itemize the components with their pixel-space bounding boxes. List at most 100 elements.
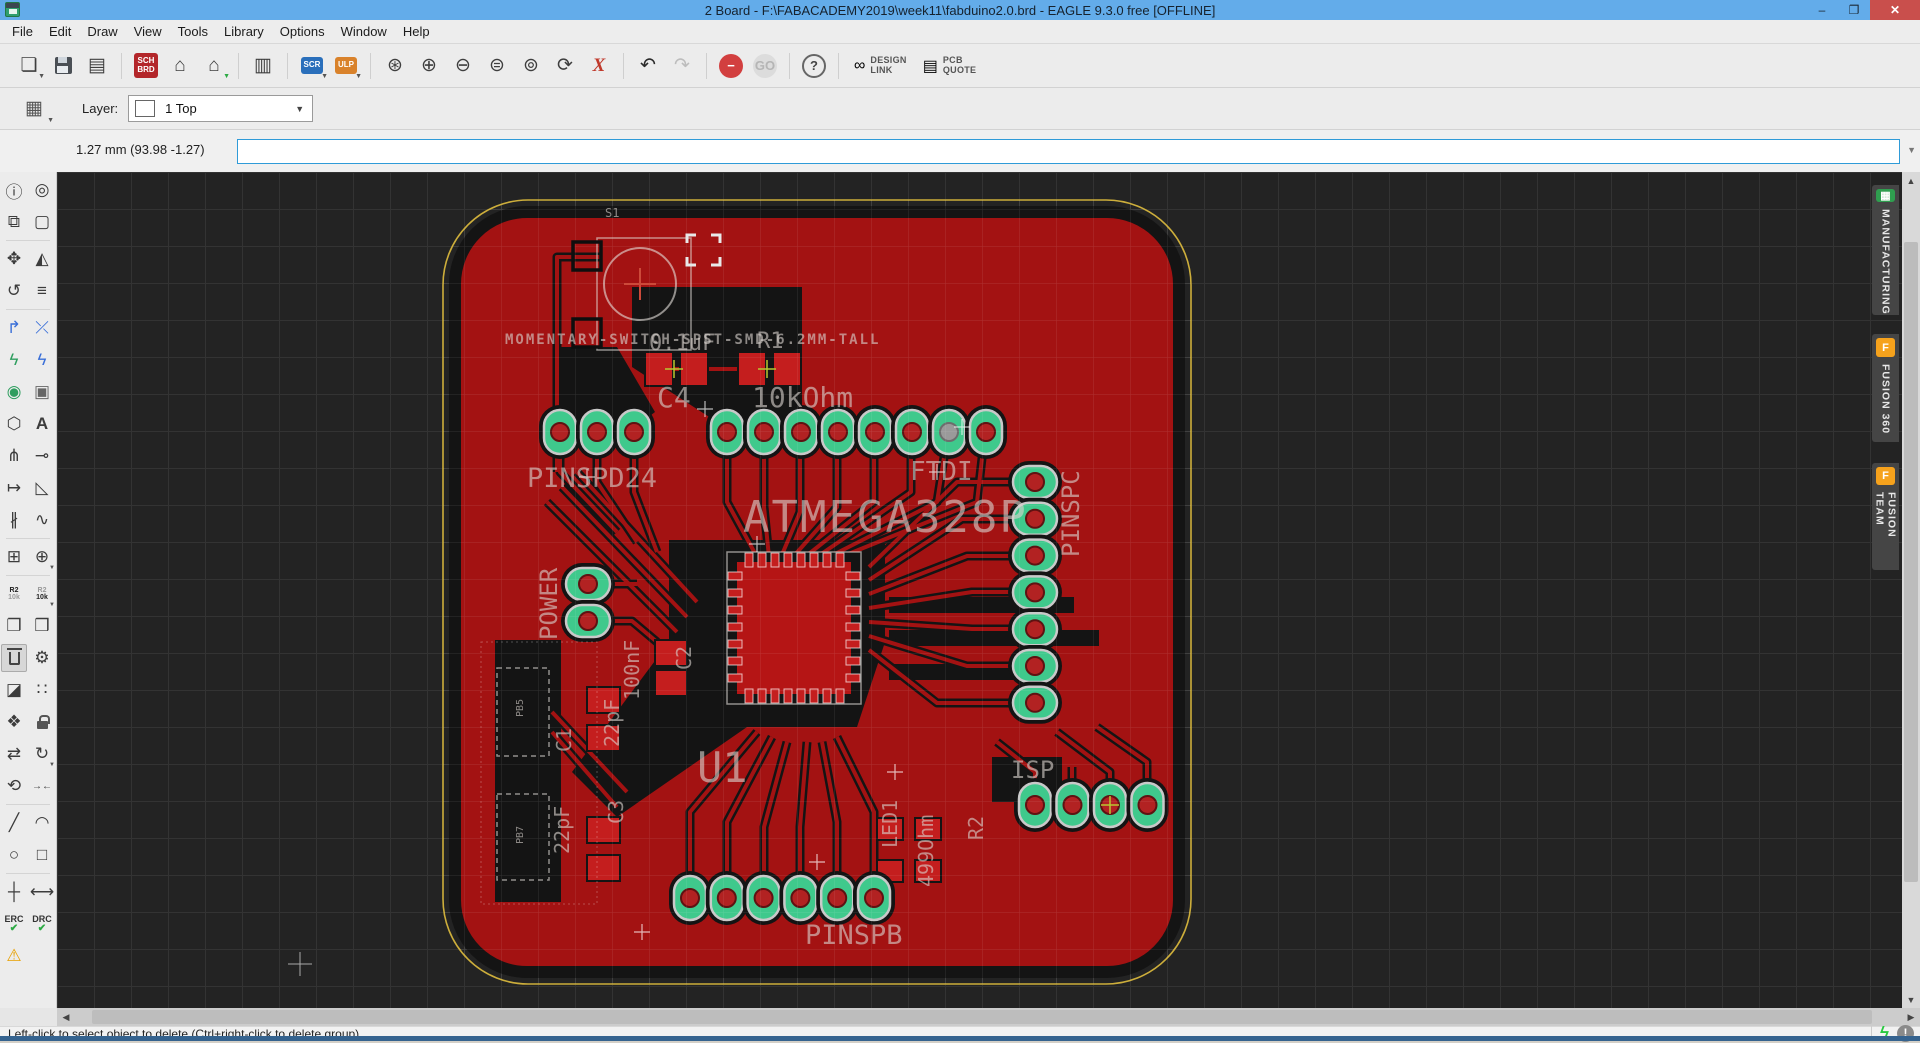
- zoom-select-button[interactable]: ⊜: [481, 51, 513, 81]
- zoom-fit-button[interactable]: ⊛: [379, 51, 411, 81]
- show-tool[interactable]: ◎: [29, 176, 55, 204]
- smash-tool[interactable]: ≡: [29, 277, 55, 305]
- undo-button[interactable]: ↶: [632, 51, 664, 81]
- print-button[interactable]: ▤: [81, 51, 113, 81]
- vertical-scrollbar[interactable]: ▲ ▼: [1902, 172, 1920, 1008]
- run-script-button[interactable]: SCR ▼: [296, 51, 328, 81]
- add-device-tool[interactable]: ⊕ ▼: [29, 543, 55, 571]
- label-tool[interactable]: ↦: [1, 474, 27, 502]
- mirror-tool[interactable]: ◭: [29, 245, 55, 273]
- gateswap-tool[interactable]: ⟲: [1, 772, 27, 800]
- delete-tool[interactable]: [1, 644, 27, 672]
- vertical-scroll-thumb[interactable]: [1904, 242, 1918, 882]
- value-tool[interactable]: R2 10k ▼: [29, 580, 55, 608]
- scroll-left-arrow[interactable]: ◀: [57, 1008, 75, 1026]
- move-tool[interactable]: ✥: [1, 245, 27, 273]
- menu-options[interactable]: Options: [272, 21, 333, 42]
- info-tool[interactable]: ⓘ: [1, 176, 27, 204]
- side-tab-manufacturing[interactable]: ▦ MANUFACTURING: [1872, 185, 1899, 315]
- signal-airwire-tool[interactable]: ϟ: [1, 346, 27, 374]
- route-signal-tool[interactable]: ϟ: [29, 346, 55, 374]
- cancel-command-icon: X: [592, 54, 606, 76]
- save-button[interactable]: [47, 51, 79, 81]
- help-button[interactable]: ?: [798, 51, 830, 81]
- polygon-tool[interactable]: ⬡: [1, 410, 27, 438]
- menu-file[interactable]: File: [4, 21, 41, 42]
- erc-tool[interactable]: ERC ✔: [1, 910, 27, 938]
- zoom-redraw-button[interactable]: ⊚: [515, 51, 547, 81]
- group-tool[interactable]: ▢: [29, 208, 55, 236]
- schematic-board-switch-button[interactable]: SCH BRD: [130, 51, 162, 81]
- display-layers-tool[interactable]: ⧉: [1, 208, 27, 236]
- refresh-button[interactable]: ⟳: [549, 51, 581, 81]
- side-tab-fusion-team[interactable]: F FUSION TEAM: [1872, 463, 1899, 570]
- menu-edit[interactable]: Edit: [41, 21, 79, 42]
- menu-library[interactable]: Library: [216, 21, 272, 42]
- menu-tools[interactable]: Tools: [170, 21, 216, 42]
- arc-tool[interactable]: ◠: [29, 809, 55, 837]
- line-tool[interactable]: ╱: [1, 809, 27, 837]
- rectangle-tool[interactable]: □: [29, 841, 55, 869]
- optimize-tool[interactable]: →←: [29, 772, 55, 800]
- cancel-command-button[interactable]: X: [583, 51, 615, 81]
- drc-tool[interactable]: DRC ✔: [29, 910, 55, 938]
- net-tool[interactable]: ⋔: [1, 442, 27, 470]
- name-tool[interactable]: R2 10k: [1, 580, 27, 608]
- menu-window[interactable]: Window: [333, 21, 395, 42]
- pinswap-tool[interactable]: ⇄: [1, 740, 27, 768]
- open-file-button[interactable]: ❏ ▼: [13, 51, 45, 81]
- pcb-canvas[interactable]: S1 MOMENTARY-SWITCH-SPST-SMD-6.2MM-TALL 0.…: [57, 172, 1902, 1008]
- circle-tool[interactable]: ○: [1, 841, 27, 869]
- copy-tool[interactable]: ❐: [1, 612, 27, 640]
- meander-tool[interactable]: ∿: [29, 506, 55, 534]
- pcb-quote-button[interactable]: ▤ PCB QUOTE: [923, 55, 977, 76]
- route-tool[interactable]: ↱: [1, 314, 27, 342]
- lock-tool[interactable]: [29, 708, 55, 736]
- change-tool[interactable]: ⚙: [29, 644, 55, 672]
- dimension-tool[interactable]: ⟷: [29, 878, 55, 906]
- library-manager-button[interactable]: ▥: [247, 51, 279, 81]
- zoom-out-button[interactable]: ⊖: [447, 51, 479, 81]
- horizontal-scroll-thumb[interactable]: [92, 1010, 1872, 1024]
- command-history-chevron-icon[interactable]: ▼: [1907, 145, 1916, 155]
- close-button[interactable]: ✕: [1870, 0, 1920, 20]
- cam-processor-button[interactable]: ⌂: [164, 51, 196, 81]
- run-ulp-button[interactable]: ULP ▼: [330, 51, 362, 81]
- stop-button[interactable]: −: [715, 51, 747, 81]
- text-tool[interactable]: A: [29, 410, 55, 438]
- design-link-button[interactable]: ∞ DESIGN LINK: [854, 55, 907, 75]
- package-replace-tool[interactable]: ↻ ▼: [29, 740, 55, 768]
- grid-settings-button[interactable]: ▦ ▼: [14, 93, 54, 125]
- mark-tool[interactable]: ┼: [1, 878, 27, 906]
- redo-button[interactable]: ↷: [666, 51, 698, 81]
- scroll-up-arrow[interactable]: ▲: [1902, 172, 1920, 189]
- side-tab-fusion-360[interactable]: F FUSION 360: [1872, 334, 1899, 442]
- paste-tool[interactable]: ❒: [29, 612, 55, 640]
- minimize-button[interactable]: –: [1806, 0, 1838, 20]
- line-icon: ╱: [8, 813, 20, 832]
- ripup-tool[interactable]: ⤫: [29, 314, 55, 342]
- rotate-tool[interactable]: ↺: [1, 277, 27, 305]
- cam-export-button[interactable]: ⌂ ▼: [198, 51, 230, 81]
- via-tool[interactable]: ◉: [1, 378, 27, 406]
- menu-view[interactable]: View: [126, 21, 170, 42]
- layer-dropdown[interactable]: 1 Top ▼: [128, 95, 314, 122]
- scroll-down-arrow[interactable]: ▼: [1902, 991, 1920, 1008]
- menu-draw[interactable]: Draw: [79, 21, 125, 42]
- go-button[interactable]: GO: [749, 51, 781, 81]
- restore-button[interactable]: ❐: [1838, 0, 1870, 20]
- split-tool[interactable]: ∦: [1, 506, 27, 534]
- smd-pad-tool[interactable]: ▣: [29, 378, 55, 406]
- zoom-in-button[interactable]: ⊕: [413, 51, 445, 81]
- replace-tool[interactable]: ∷: [29, 676, 55, 704]
- wire-tool[interactable]: ⊸: [29, 442, 55, 470]
- chevron-down-icon: ▼: [295, 103, 305, 114]
- menu-help[interactable]: Help: [395, 21, 438, 42]
- miter-tool[interactable]: ◺: [29, 474, 55, 502]
- command-input[interactable]: [237, 139, 1900, 164]
- paint-tool[interactable]: ◪: [1, 676, 27, 704]
- errors-tool[interactable]: ⚠: [1, 942, 27, 970]
- horizontal-scrollbar[interactable]: ◀ ▶: [57, 1008, 1920, 1026]
- add-part-tool[interactable]: ⊞: [1, 543, 27, 571]
- tag-tool[interactable]: ❖: [1, 708, 27, 736]
